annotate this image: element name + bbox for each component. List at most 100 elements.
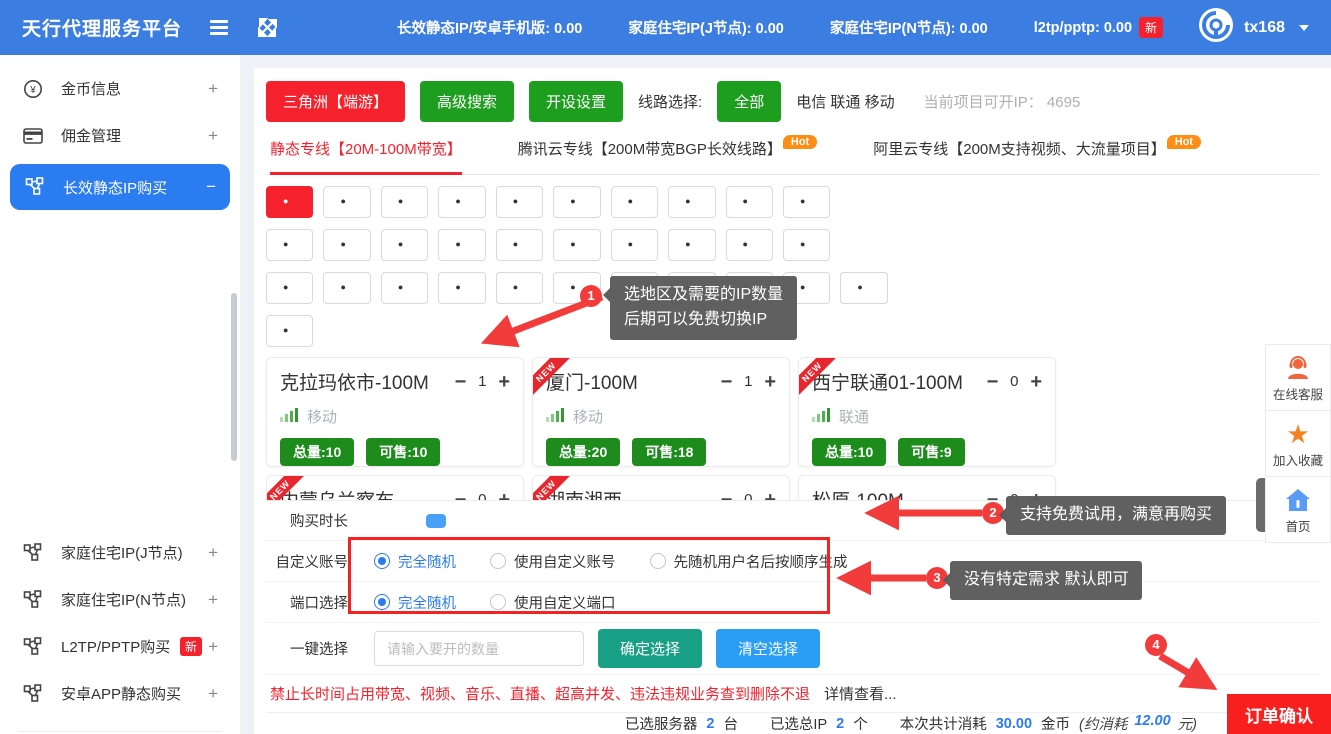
line-options[interactable]: 电信 联通 移动: [796, 91, 894, 112]
submenu-item[interactable]: [0, 411, 240, 449]
province-chip[interactable]: [668, 186, 715, 218]
increase-button[interactable]: +: [498, 372, 510, 392]
expand-icon[interactable]: +: [208, 126, 218, 146]
balance-stat[interactable]: 长效静态IP/安卓手机版: 0.00: [397, 17, 582, 38]
submenu-item[interactable]: [0, 373, 240, 411]
duration-option[interactable]: [426, 514, 446, 528]
radio-icon: [490, 553, 506, 569]
expand-icon[interactable]: +: [208, 543, 218, 563]
rail-collapse-handle[interactable]: [1256, 478, 1265, 532]
province-chip[interactable]: [840, 272, 887, 304]
province-chip[interactable]: [381, 186, 428, 218]
province-chip[interactable]: [438, 272, 485, 304]
province-chip[interactable]: [726, 229, 773, 261]
province-chip[interactable]: [266, 229, 313, 261]
province-chip[interactable]: [266, 272, 313, 304]
sidebar-item-static-ip-buy[interactable]: 长效静态IP购买 −: [10, 164, 230, 210]
decrease-button[interactable]: −: [455, 372, 467, 392]
home-button[interactable]: 首页: [1265, 476, 1331, 543]
province-chip[interactable]: [611, 272, 658, 304]
province-chip[interactable]: [496, 272, 543, 304]
balance-stat[interactable]: l2tp/pptp: 0.00 新: [1034, 17, 1163, 38]
province-chip[interactable]: [381, 229, 428, 261]
open-settings-button[interactable]: 开设设置: [529, 81, 623, 122]
expand-icon[interactable]: +: [208, 684, 218, 704]
province-chip[interactable]: [783, 272, 830, 304]
collapse-icon[interactable]: −: [206, 177, 216, 197]
confirm-select-button[interactable]: 确定选择: [598, 629, 702, 668]
submenu-item[interactable]: [0, 297, 240, 335]
port-radio-option[interactable]: 完全随机: [374, 592, 456, 613]
submenu-item[interactable]: [0, 487, 240, 525]
sidebar-group-item[interactable]: 家庭住宅IP(N节点) +: [0, 576, 240, 623]
expand-icon[interactable]: +: [208, 79, 218, 99]
increase-button[interactable]: +: [764, 490, 776, 501]
decrease-button[interactable]: −: [455, 490, 467, 501]
province-chip[interactable]: [323, 229, 370, 261]
province-chip[interactable]: [553, 229, 600, 261]
user-menu[interactable]: tx168: [1198, 7, 1309, 48]
province-chip[interactable]: [323, 272, 370, 304]
fullscreen-icon[interactable]: [258, 18, 277, 37]
account-radio-option[interactable]: 完全随机: [374, 551, 456, 572]
decrease-button[interactable]: −: [721, 372, 733, 392]
province-chip[interactable]: [611, 229, 658, 261]
expand-icon[interactable]: +: [208, 637, 218, 657]
sidebar-item-coin-info[interactable]: ¥ 金币信息 +: [0, 65, 240, 112]
port-radio-option[interactable]: 使用自定义端口: [490, 592, 616, 613]
decrease-button[interactable]: −: [987, 490, 999, 501]
ip-unit: 个: [853, 713, 868, 734]
province-chip[interactable]: [553, 186, 600, 218]
details-link[interactable]: 详情查看...: [824, 683, 897, 704]
tab[interactable]: 阿里云专线【200M支持视频、大流量项目】Hot: [873, 138, 1201, 174]
sidebar-group-item[interactable]: 家庭住宅IP(J节点) +: [0, 529, 240, 576]
account-radio-option[interactable]: 使用自定义账号: [490, 551, 616, 572]
increase-button[interactable]: +: [498, 490, 510, 501]
sidebar-group-item[interactable]: 安卓APP静态购买 +: [0, 670, 240, 717]
province-chip[interactable]: [266, 315, 313, 347]
province-chip[interactable]: [726, 186, 773, 218]
province-chip[interactable]: [323, 186, 370, 218]
province-chip[interactable]: [726, 272, 773, 304]
tab[interactable]: 腾讯云专线【200M带宽BGP长效线路】Hot: [518, 138, 818, 174]
decrease-button[interactable]: −: [987, 372, 999, 392]
province-chip[interactable]: [668, 229, 715, 261]
province-chip[interactable]: [496, 186, 543, 218]
sidebar-group-item[interactable]: L2TP/PPTP购买 新 +: [0, 623, 240, 670]
add-favorite-button[interactable]: 加入收藏: [1265, 410, 1331, 477]
confirm-order-button[interactable]: 订单确认: [1227, 694, 1331, 734]
submenu-item[interactable]: [0, 335, 240, 373]
province-chip[interactable]: [553, 272, 600, 304]
province-chip[interactable]: [611, 186, 658, 218]
province-chip[interactable]: [668, 272, 715, 304]
submenu-item[interactable]: [0, 221, 240, 259]
account-radio-option[interactable]: 先随机用户名后按顺序生成: [650, 551, 848, 572]
online-support-button[interactable]: 在线客服: [1265, 344, 1331, 411]
increase-button[interactable]: +: [764, 372, 776, 392]
province-chip[interactable]: [783, 186, 830, 218]
sidebar-scrollbar[interactable]: [231, 293, 237, 461]
province-chip[interactable]: [783, 229, 830, 261]
expand-icon[interactable]: +: [208, 590, 218, 610]
app-window: 天行代理服务平台 长效静态IP/安卓手机版: 0.00 家庭住宅IP(J节点):…: [0, 0, 1331, 734]
clear-select-button[interactable]: 清空选择: [716, 629, 820, 668]
sidebar-item-commission[interactable]: 佣金管理 +: [0, 112, 240, 159]
balance-stat[interactable]: 家庭住宅IP(N节点): 0.00: [830, 17, 988, 38]
province-chip[interactable]: [496, 229, 543, 261]
decrease-button[interactable]: −: [721, 490, 733, 501]
balance-stat[interactable]: 家庭住宅IP(J节点): 0.00: [628, 17, 784, 38]
province-chip[interactable]: [266, 186, 313, 218]
quantity-input[interactable]: [374, 631, 584, 666]
increase-button[interactable]: +: [1030, 490, 1042, 501]
province-chip[interactable]: [438, 229, 485, 261]
tab[interactable]: 静态专线【20M-100M带宽】Hot: [270, 138, 462, 175]
submenu-item[interactable]: [0, 259, 240, 297]
increase-button[interactable]: +: [1030, 372, 1042, 392]
hamburger-menu-icon[interactable]: [210, 17, 228, 38]
advanced-search-button[interactable]: 高级搜索: [420, 81, 514, 122]
submenu-item[interactable]: [0, 449, 240, 487]
province-chip[interactable]: [381, 272, 428, 304]
project-button[interactable]: 三角洲【端游】: [266, 81, 405, 122]
line-all-button[interactable]: 全部: [717, 81, 781, 122]
province-chip[interactable]: [438, 186, 485, 218]
